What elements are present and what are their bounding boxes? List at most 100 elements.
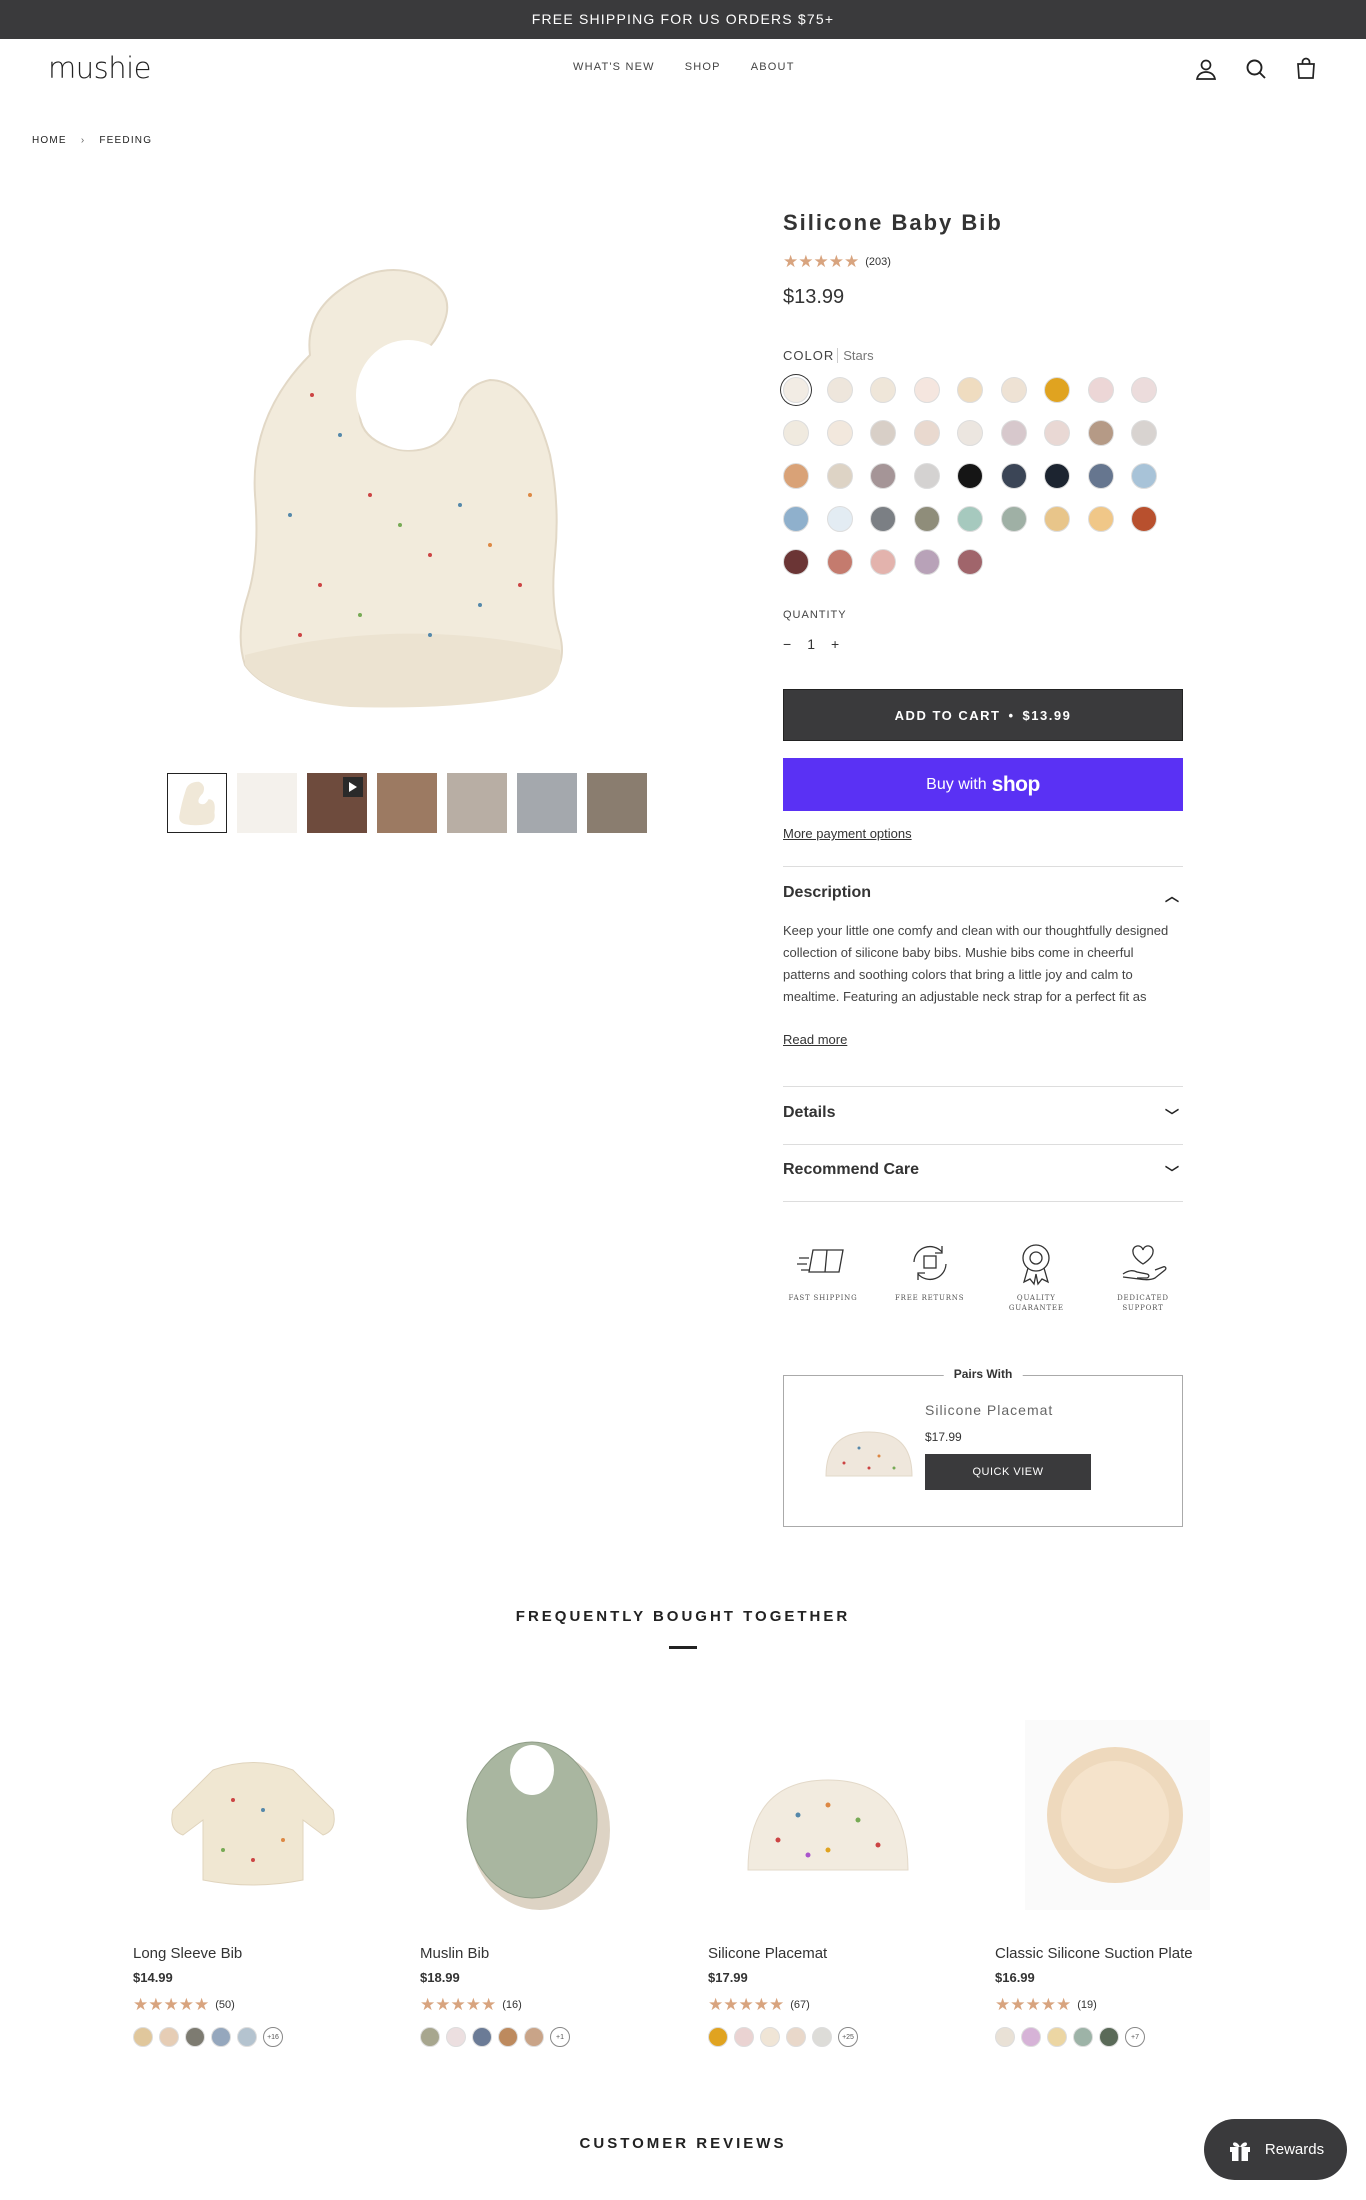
color-swatch[interactable] xyxy=(1087,377,1114,403)
description-accordion[interactable]: Description ︿ xyxy=(783,884,1183,904)
account-icon[interactable] xyxy=(1194,57,1218,81)
product-main-image[interactable] xyxy=(230,255,590,715)
buy-with-shop-button[interactable]: Buy with shop xyxy=(783,758,1183,811)
more-swatches-badge[interactable]: +16 xyxy=(263,2027,283,2047)
breadcrumb-home[interactable]: HOME xyxy=(32,135,67,146)
thumbnail-4[interactable] xyxy=(377,773,437,833)
color-swatch[interactable] xyxy=(870,549,896,575)
swatch[interactable] xyxy=(159,2027,179,2047)
brand-logo[interactable]: mushie xyxy=(48,51,152,85)
swatch[interactable] xyxy=(708,2027,728,2047)
swatch[interactable] xyxy=(446,2027,466,2047)
product-name[interactable]: Muslin Bib xyxy=(420,1945,690,1962)
color-swatch[interactable] xyxy=(1131,420,1157,446)
color-swatch[interactable] xyxy=(1000,377,1027,403)
muslin-bib-image[interactable] xyxy=(440,1720,640,1910)
fbt-product-muslin-bib[interactable]: Muslin Bib $18.99 ★★★★★ (16) +1 xyxy=(420,1720,690,2047)
swatch[interactable] xyxy=(1073,2027,1093,2047)
swatch[interactable] xyxy=(133,2027,153,2047)
color-swatch[interactable] xyxy=(1087,506,1114,532)
swatch[interactable] xyxy=(1099,2027,1119,2047)
color-swatch[interactable] xyxy=(957,506,983,532)
quick-view-button[interactable]: QUICK VIEW xyxy=(925,1454,1091,1490)
search-icon[interactable] xyxy=(1244,57,1268,81)
color-swatch[interactable] xyxy=(1044,420,1070,446)
product-name[interactable]: Long Sleeve Bib xyxy=(133,1945,403,1962)
more-payment-options-link[interactable]: More payment options xyxy=(783,826,912,841)
read-more-link[interactable]: Read more xyxy=(783,1032,847,1047)
color-swatch[interactable] xyxy=(1044,377,1070,403)
thumbnail-5[interactable] xyxy=(447,773,507,833)
color-swatch[interactable] xyxy=(1087,420,1114,446)
color-swatch[interactable] xyxy=(783,549,809,575)
thumbnail-2[interactable] xyxy=(237,773,297,833)
suction-plate-image[interactable] xyxy=(1015,1720,1215,1910)
rewards-button[interactable]: Rewards xyxy=(1204,2119,1347,2180)
color-swatch[interactable] xyxy=(783,377,809,403)
quantity-minus-button[interactable]: − xyxy=(783,636,791,652)
swatch[interactable] xyxy=(524,2027,544,2047)
swatch[interactable] xyxy=(734,2027,754,2047)
care-accordion[interactable]: Recommend Care ﹀ xyxy=(783,1161,1183,1181)
color-swatch[interactable] xyxy=(1044,506,1070,532)
swatch[interactable] xyxy=(498,2027,518,2047)
color-swatch[interactable] xyxy=(1044,463,1070,489)
swatch[interactable] xyxy=(1021,2027,1041,2047)
color-swatch[interactable] xyxy=(826,377,853,403)
breadcrumb-feeding[interactable]: FEEDING xyxy=(99,135,152,146)
quantity-plus-button[interactable]: + xyxy=(831,636,839,652)
nav-shop[interactable]: SHOP xyxy=(685,61,721,73)
product-name[interactable]: Silicone Placemat xyxy=(708,1945,978,1962)
cart-icon[interactable] xyxy=(1294,57,1318,81)
thumbnail-1[interactable] xyxy=(167,773,227,833)
nav-whats-new[interactable]: WHAT'S NEW xyxy=(573,61,655,73)
color-swatch[interactable] xyxy=(783,506,809,532)
swatch[interactable] xyxy=(185,2027,205,2047)
thumbnail-video[interactable] xyxy=(307,773,367,833)
nav-about[interactable]: ABOUT xyxy=(751,61,795,73)
color-swatch[interactable] xyxy=(1131,377,1157,403)
color-swatch[interactable] xyxy=(1087,463,1114,489)
swatch[interactable] xyxy=(1047,2027,1067,2047)
color-swatch[interactable] xyxy=(783,420,809,446)
color-swatch[interactable] xyxy=(826,420,853,446)
swatch[interactable] xyxy=(420,2027,440,2047)
color-swatch[interactable] xyxy=(957,549,983,575)
swatch[interactable] xyxy=(786,2027,806,2047)
color-swatch[interactable] xyxy=(913,549,940,575)
color-swatch[interactable] xyxy=(957,377,983,403)
color-swatch[interactable] xyxy=(957,463,983,489)
color-swatch[interactable] xyxy=(783,463,809,489)
thumbnail-6[interactable] xyxy=(517,773,577,833)
swatch[interactable] xyxy=(760,2027,780,2047)
quantity-value[interactable]: 1 xyxy=(807,636,815,652)
silicone-placemat-image[interactable] xyxy=(728,1720,928,1910)
color-swatch[interactable] xyxy=(1000,463,1027,489)
more-swatches-badge[interactable]: +1 xyxy=(550,2027,570,2047)
thumbnail-7[interactable] xyxy=(587,773,647,833)
color-swatch[interactable] xyxy=(870,463,896,489)
swatch[interactable] xyxy=(995,2027,1015,2047)
color-swatch[interactable] xyxy=(870,377,896,403)
swatch[interactable] xyxy=(237,2027,257,2047)
color-swatch[interactable] xyxy=(870,506,896,532)
color-swatch[interactable] xyxy=(957,420,983,446)
swatch[interactable] xyxy=(211,2027,231,2047)
fbt-product-silicone-placemat[interactable]: Silicone Placemat $17.99 ★★★★★ (67) +25 xyxy=(708,1720,978,2047)
fbt-product-suction-plate[interactable]: Classic Silicone Suction Plate $16.99 ★★… xyxy=(995,1720,1265,2047)
color-swatch[interactable] xyxy=(826,549,853,575)
swatch[interactable] xyxy=(472,2027,492,2047)
color-swatch[interactable] xyxy=(1131,506,1157,532)
product-name[interactable]: Classic Silicone Suction Plate xyxy=(995,1945,1265,1962)
placemat-image[interactable] xyxy=(824,1428,914,1478)
color-swatch[interactable] xyxy=(826,463,853,489)
details-accordion[interactable]: Details ﹀ xyxy=(783,1104,1183,1124)
color-swatch[interactable] xyxy=(913,377,940,403)
color-swatch[interactable] xyxy=(913,463,940,489)
color-swatch[interactable] xyxy=(913,420,940,446)
color-swatch[interactable] xyxy=(1131,463,1157,489)
fbt-product-long-sleeve-bib[interactable]: Long Sleeve Bib $14.99 ★★★★★ (50) +16 xyxy=(133,1720,403,2047)
swatch[interactable] xyxy=(812,2027,832,2047)
pairs-product-name[interactable]: Silicone Placemat xyxy=(925,1402,1053,1418)
color-swatch[interactable] xyxy=(913,506,940,532)
